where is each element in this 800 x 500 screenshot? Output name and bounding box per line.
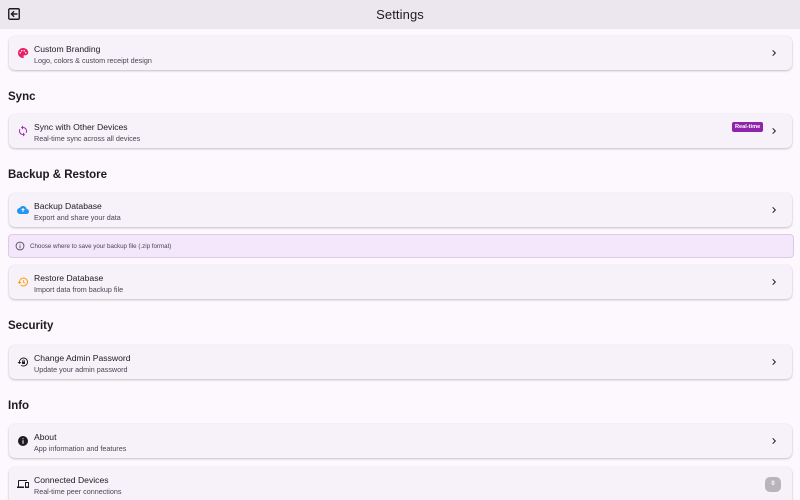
chevron-right-icon: [772, 127, 777, 135]
backup-info-banner: Choose where to save your backup file (.…: [8, 234, 794, 258]
section-backup-restore: Backup & Restore: [8, 169, 108, 181]
restore-database-item[interactable]: Restore Database Import data from backup…: [9, 265, 792, 299]
custom-branding-item[interactable]: Custom Branding Logo, colors & custom re…: [9, 36, 792, 70]
item-subtitle: App information and features: [34, 444, 127, 453]
app-bar: Settings: [0, 0, 800, 29]
realtime-badge: Real-time: [732, 122, 764, 132]
backup-database-item[interactable]: Backup Database Export and share your da…: [9, 193, 792, 227]
backup-info-text: Choose where to save your backup file (.…: [30, 243, 172, 250]
chevron-right-icon: [772, 278, 777, 286]
item-subtitle: Real-time peer connections: [34, 487, 122, 496]
chevron-right-icon: [772, 358, 777, 366]
about-item[interactable]: About App information and features: [9, 424, 792, 458]
info-filled-icon: [18, 436, 28, 446]
sync-icon: [19, 125, 27, 137]
connected-devices-item[interactable]: Connected Devices Real-time peer connect…: [9, 467, 792, 500]
chevron-right-icon: [772, 206, 777, 214]
section-info: Info: [8, 400, 30, 412]
section-sync: Sync: [8, 91, 36, 103]
item-title: Sync with Other Devices: [34, 122, 128, 132]
item-title: Change Admin Password: [34, 353, 131, 363]
cloud-upload-icon: [17, 206, 29, 214]
info-icon: [15, 241, 25, 251]
item-subtitle: Real-time sync across all devices: [34, 134, 141, 143]
palette-icon: [18, 48, 29, 58]
item-subtitle: Logo, colors & custom receipt design: [34, 56, 152, 65]
lock-reset-icon: [17, 357, 29, 367]
section-security: Security: [8, 320, 54, 332]
item-title: Connected Devices: [34, 475, 109, 485]
change-password-item[interactable]: Change Admin Password Update your admin …: [9, 345, 792, 379]
item-subtitle: Import data from backup file: [34, 285, 124, 294]
devices-icon: [17, 480, 29, 488]
item-title: Custom Branding: [34, 44, 101, 54]
item-subtitle: Export and share your data: [34, 213, 121, 222]
chevron-right-icon: [772, 49, 777, 57]
chevron-right-icon: [772, 437, 777, 445]
item-title: Backup Database: [34, 201, 102, 211]
sync-devices-item[interactable]: Sync with Other Devices Real-time sync a…: [9, 114, 792, 148]
page-title: Settings: [376, 7, 424, 22]
item-title: Restore Database: [34, 273, 104, 283]
item-subtitle: Update your admin password: [34, 365, 128, 374]
item-title: About: [34, 432, 57, 442]
restore-icon: [17, 277, 28, 287]
device-count-badge: 0: [765, 477, 781, 492]
